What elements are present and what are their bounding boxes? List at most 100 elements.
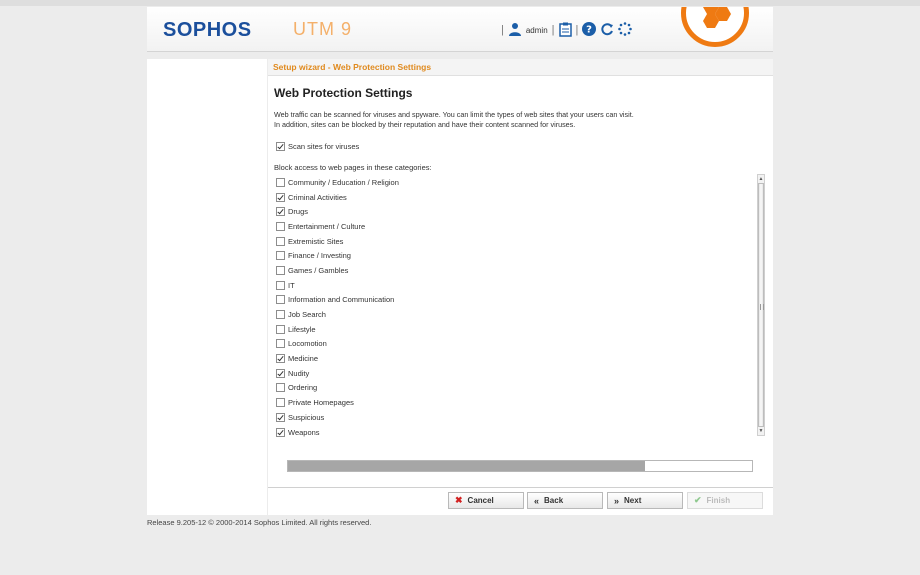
spinner-icon: [618, 22, 633, 38]
sidebar: [147, 59, 267, 515]
category-row[interactable]: Games / Gambles: [276, 263, 751, 278]
category-label: Extremistic Sites: [288, 236, 344, 246]
category-row[interactable]: Criminal Activities: [276, 190, 751, 205]
category-row[interactable]: Locomotion: [276, 337, 751, 352]
category-checkbox[interactable]: [276, 280, 285, 290]
cancel-button-label: Cancel: [467, 496, 494, 505]
divider: [268, 487, 773, 488]
back-button[interactable]: « Back: [527, 492, 603, 509]
scroll-up-arrow-icon[interactable]: ▲: [758, 175, 764, 183]
category-checkbox[interactable]: [276, 236, 285, 246]
category-row[interactable]: Private Homepages: [276, 395, 751, 410]
page-title: Web Protection Settings: [274, 86, 413, 100]
category-row[interactable]: Entertainment / Culture: [276, 219, 751, 234]
category-checkbox[interactable]: [276, 324, 285, 334]
category-checkbox[interactable]: [276, 310, 285, 320]
category-label: Nudity: [288, 368, 310, 378]
checkmark-icon: ✔: [694, 495, 702, 505]
category-row[interactable]: Lifestyle: [276, 322, 751, 337]
category-label: Lifestyle: [288, 324, 316, 334]
footer-copyright: Release 9.205-12 © 2000-2014 Sophos Limi…: [147, 518, 372, 527]
user-icon[interactable]: [508, 22, 522, 38]
product-name: UTM 9: [293, 19, 352, 39]
scan-viruses-checkbox[interactable]: [276, 142, 285, 151]
category-label: Weapons: [288, 427, 320, 437]
progress-fill: [288, 461, 646, 471]
category-checkbox[interactable]: [276, 192, 285, 202]
category-label: Drugs: [288, 207, 309, 217]
category-checkbox[interactable]: [276, 251, 285, 261]
refresh-icon[interactable]: [600, 22, 614, 38]
app-header: SOPHOS UTM 9 | admin | | ?: [147, 7, 773, 52]
next-button[interactable]: » Next: [607, 492, 683, 509]
category-checkbox[interactable]: [276, 427, 285, 437]
category-row[interactable]: Extremistic Sites: [276, 234, 751, 249]
category-label: Locomotion: [288, 339, 327, 349]
scrollbar-grip-icon: [760, 304, 764, 310]
category-list: Community / Education / Religion Criminal…: [276, 175, 751, 439]
wizard-progress-bar: [287, 460, 753, 472]
separator: |: [551, 24, 555, 36]
svg-text:?: ?: [586, 25, 592, 36]
cancel-button[interactable]: ✖ Cancel: [448, 492, 524, 509]
category-checkbox[interactable]: [276, 339, 285, 349]
category-label: Finance / Investing: [288, 251, 351, 261]
cancel-x-icon: ✖: [455, 495, 463, 505]
category-checkbox[interactable]: [276, 177, 285, 187]
category-checkbox[interactable]: [276, 295, 285, 305]
category-row[interactable]: Medicine: [276, 351, 751, 366]
category-label: Medicine: [288, 354, 319, 364]
category-row[interactable]: Suspicious: [276, 410, 751, 425]
clipboard-icon[interactable]: [558, 22, 572, 39]
double-chevron-left-icon: «: [534, 495, 540, 506]
description-line-2: In addition, sites can be blocked by the…: [274, 120, 576, 129]
wizard-panel: Setup wizard - Web Protection Settings W…: [268, 59, 773, 515]
category-checkbox[interactable]: [276, 265, 285, 275]
description: Web traffic can be scanned for viruses a…: [274, 110, 754, 130]
scroll-down-arrow-icon[interactable]: ▼: [758, 427, 764, 435]
header-toolbar: | admin | | ?: [501, 20, 633, 40]
separator: |: [501, 24, 504, 36]
category-checkbox[interactable]: [276, 221, 285, 231]
category-checkbox[interactable]: [276, 412, 285, 422]
category-row[interactable]: Ordering: [276, 381, 751, 396]
category-row[interactable]: Job Search: [276, 307, 751, 322]
help-icon[interactable]: ?: [582, 22, 597, 38]
category-checkbox[interactable]: [276, 368, 285, 378]
scan-viruses-label: Scan sites for viruses: [288, 142, 360, 151]
category-row[interactable]: Drugs: [276, 204, 751, 219]
category-label: Games / Gambles: [288, 265, 349, 275]
category-row[interactable]: Nudity: [276, 366, 751, 381]
block-categories-label: Block access to web pages in these categ…: [274, 163, 432, 172]
finish-button-label: Finish: [706, 496, 731, 505]
category-label: IT: [288, 280, 295, 290]
category-checkbox[interactable]: [276, 207, 285, 217]
sophos-logo: SOPHOS: [163, 19, 252, 41]
category-checkbox[interactable]: [276, 354, 285, 364]
category-checkbox[interactable]: [276, 398, 285, 408]
user-name[interactable]: admin: [526, 26, 548, 35]
scrollbar-thumb[interactable]: [758, 183, 764, 427]
top-band: [0, 0, 920, 6]
scan-viruses-row[interactable]: Scan sites for viruses: [276, 142, 359, 151]
category-label: Suspicious: [288, 412, 325, 422]
finish-button[interactable]: ✔ Finish: [687, 492, 763, 509]
category-label: Ordering: [288, 383, 318, 393]
category-row[interactable]: Community / Education / Religion: [276, 175, 751, 190]
description-line-1: Web traffic can be scanned for viruses a…: [274, 110, 634, 119]
separator: |: [575, 24, 579, 36]
panel-title: Setup wizard - Web Protection Settings: [268, 59, 773, 76]
category-scrollbar[interactable]: ▲ ▼: [757, 174, 765, 436]
category-label: Entertainment / Culture: [288, 221, 366, 231]
category-label: Information and Communication: [288, 295, 395, 305]
next-button-label: Next: [624, 496, 642, 505]
category-row[interactable]: IT: [276, 278, 751, 293]
sophos-emblem-icon: [681, 7, 749, 47]
back-button-label: Back: [544, 496, 564, 505]
double-chevron-right-icon: »: [614, 495, 620, 506]
category-checkbox[interactable]: [276, 383, 285, 393]
category-row[interactable]: Finance / Investing: [276, 248, 751, 263]
category-row[interactable]: Weapons: [276, 425, 751, 440]
category-label: Community / Education / Religion: [288, 177, 399, 187]
category-row[interactable]: Information and Communication: [276, 293, 751, 308]
